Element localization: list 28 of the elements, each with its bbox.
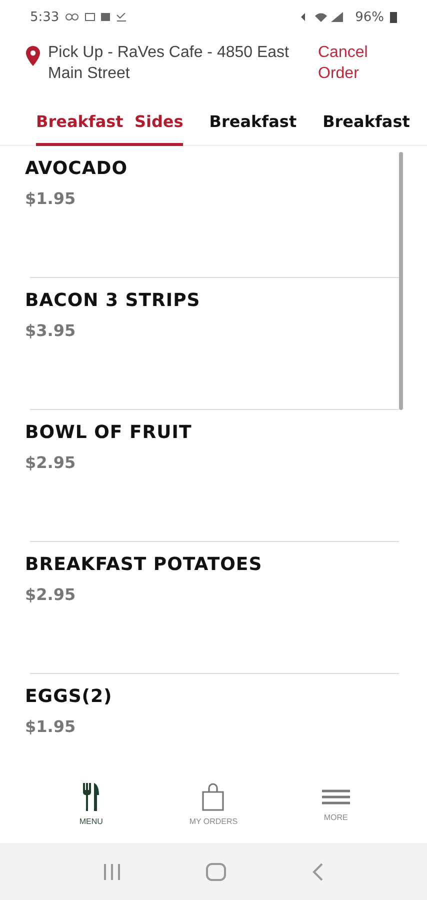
status-time: 5:33 bbox=[30, 10, 60, 24]
home-icon[interactable] bbox=[206, 862, 226, 880]
item-price: $3.95 bbox=[25, 321, 77, 340]
item-price: $1.95 bbox=[25, 189, 77, 208]
item-price: $1.95 bbox=[25, 717, 77, 736]
nav-tab[interactable]: MY ORDERS bbox=[158, 765, 268, 843]
back-icon[interactable] bbox=[312, 862, 324, 880]
category-tab[interactable]: Breakfast bbox=[322, 98, 410, 146]
pickup-location: Pick Up - RaVes Cafe - 4850 East Main Street bbox=[48, 43, 290, 84]
battery-icon bbox=[390, 11, 397, 23]
download-check-icon bbox=[116, 12, 126, 22]
recent-apps-icon[interactable] bbox=[102, 864, 121, 880]
item-price: $2.95 bbox=[25, 585, 77, 604]
item-name: EGGS(2) bbox=[25, 686, 114, 707]
item-name: BACON 3 STRIPS bbox=[25, 290, 202, 311]
item-name: BREAKFAST POTATOES bbox=[25, 554, 264, 575]
item-price: $2.95 bbox=[25, 453, 77, 472]
fork-knife-icon bbox=[81, 782, 102, 810]
item-name: BOWL OF FRUIT bbox=[25, 422, 193, 443]
item-name: AVOCADO bbox=[25, 158, 129, 179]
nav-tab[interactable]: MENU bbox=[36, 765, 146, 843]
battery-level: 96% bbox=[355, 10, 384, 24]
category-tab[interactable]: Breakfast Sides bbox=[36, 98, 184, 146]
location-pin-icon bbox=[26, 46, 40, 66]
nav-tab[interactable]: MORE bbox=[280, 765, 391, 843]
shopping-bag-icon bbox=[201, 782, 226, 810]
category-tab[interactable]: Breakfast bbox=[209, 98, 297, 146]
cancel-order-link[interactable]: Cancel Order bbox=[318, 42, 378, 84]
